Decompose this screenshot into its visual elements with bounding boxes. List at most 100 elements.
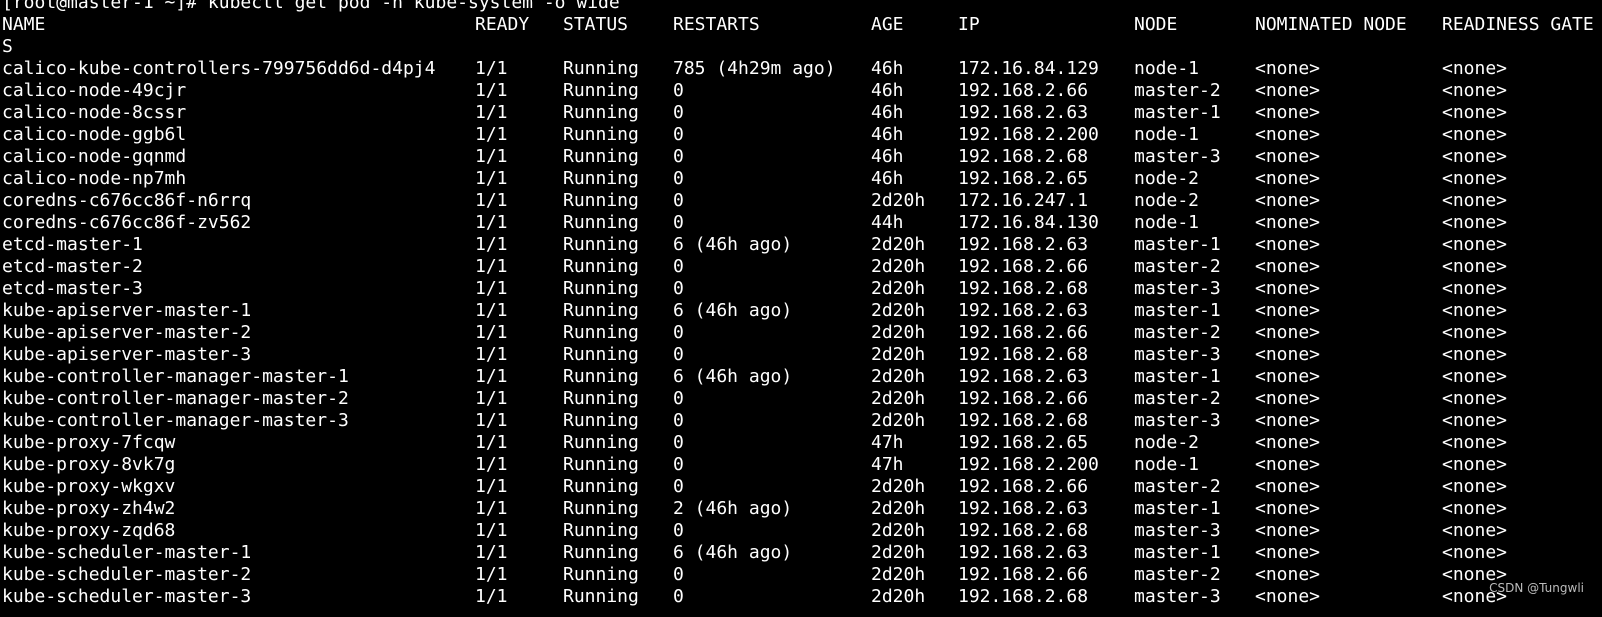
pod-readiness-gates: <none> <box>1442 520 1508 541</box>
pod-ready: 1/1 <box>475 256 508 277</box>
pod-readiness-gates: <none> <box>1442 322 1508 343</box>
pod-nominated-node: <none> <box>1255 234 1321 255</box>
pod-restarts: 0 <box>673 476 684 497</box>
pod-readiness-gates: <none> <box>1442 168 1508 189</box>
pod-status: Running <box>563 124 639 145</box>
table-row: etcd-master-2 1/1 Running 0 2d20h 192.168.2.6… <box>2 256 1602 278</box>
table-row: kube-proxy-7fcqw 1/1 Running 0 47h 192.168.2.… <box>2 432 1602 454</box>
pod-name: etcd-master-2 <box>2 256 143 277</box>
pod-status: Running <box>563 498 639 519</box>
header-readiness-gates-wrap: S <box>2 36 13 57</box>
pod-restarts: 0 <box>673 432 684 453</box>
pod-node: node-1 <box>1134 124 1200 145</box>
pod-restarts: 0 <box>673 278 684 299</box>
pod-ready: 1/1 <box>475 586 508 607</box>
table-row: coredns-c676cc86f-zv562 1/1 Running 0 44h 172… <box>2 212 1602 234</box>
pod-node: master-2 <box>1134 476 1221 497</box>
terminal-window[interactable]: [root@master-1 ~]# kubectl get pod -n ku… <box>0 0 1602 617</box>
pod-ready: 1/1 <box>475 300 508 321</box>
pod-nominated-node: <none> <box>1255 498 1321 519</box>
pod-node: master-3 <box>1134 344 1221 365</box>
table-header-row: NAME READY STATUS RESTARTS AGE IP NODE N… <box>2 14 1602 36</box>
pod-restarts: 0 <box>673 212 684 233</box>
pod-name: calico-node-np7mh <box>2 168 187 189</box>
pod-name: etcd-master-1 <box>2 234 143 255</box>
pod-readiness-gates: <none> <box>1442 454 1508 475</box>
pod-name: calico-kube-controllers-799756dd6d-d4pj4 <box>2 58 436 79</box>
pod-ip: 192.168.2.66 <box>958 322 1089 343</box>
pod-status: Running <box>563 102 639 123</box>
pod-table-body: calico-kube-controllers-799756dd6d-d4pj4… <box>2 58 1602 608</box>
pod-restarts: 0 <box>673 256 684 277</box>
pod-ready: 1/1 <box>475 432 508 453</box>
pod-name: kube-scheduler-master-2 <box>2 564 252 585</box>
pod-name: kube-controller-manager-master-3 <box>2 410 349 431</box>
pod-status: Running <box>563 366 639 387</box>
header-node: NODE <box>1134 14 1178 35</box>
header-nominated-node: NOMINATED NODE <box>1255 14 1407 35</box>
pod-restarts: 6 (46h ago) <box>673 366 793 387</box>
pod-ready: 1/1 <box>475 344 508 365</box>
pod-status: Running <box>563 190 639 211</box>
pod-nominated-node: <none> <box>1255 80 1321 101</box>
table-row: calico-node-np7mh 1/1 Running 0 46h 192.168.2… <box>2 168 1602 190</box>
pod-restarts: 0 <box>673 102 684 123</box>
pod-name: kube-proxy-8vk7g <box>2 454 176 475</box>
table-row: coredns-c676cc86f-n6rrq 1/1 Running 0 2d20h 1… <box>2 190 1602 212</box>
pod-age: 2d20h <box>871 278 926 299</box>
pod-readiness-gates: <none> <box>1442 80 1508 101</box>
pod-node: master-2 <box>1134 388 1221 409</box>
pod-ip: 192.168.2.66 <box>958 388 1089 409</box>
pod-ip: 192.168.2.68 <box>958 520 1089 541</box>
pod-ready: 1/1 <box>475 102 508 123</box>
pod-nominated-node: <none> <box>1255 58 1321 79</box>
pod-name: kube-proxy-zh4w2 <box>2 498 176 519</box>
pod-ready: 1/1 <box>475 58 508 79</box>
pod-status: Running <box>563 344 639 365</box>
pod-readiness-gates: <none> <box>1442 432 1508 453</box>
pod-age: 2d20h <box>871 234 926 255</box>
pod-status: Running <box>563 388 639 409</box>
pod-readiness-gates: <none> <box>1442 498 1508 519</box>
pod-node: node-1 <box>1134 212 1200 233</box>
pod-nominated-node: <none> <box>1255 410 1321 431</box>
pod-name: calico-node-49cjr <box>2 80 187 101</box>
pod-ready: 1/1 <box>475 388 508 409</box>
pod-age: 2d20h <box>871 498 926 519</box>
pod-readiness-gates: <none> <box>1442 410 1508 431</box>
pod-age: 2d20h <box>871 564 926 585</box>
pod-node: master-1 <box>1134 102 1221 123</box>
pod-status: Running <box>563 212 639 233</box>
pod-name: kube-scheduler-master-1 <box>2 542 252 563</box>
header-ip: IP <box>958 14 980 35</box>
pod-readiness-gates: <none> <box>1442 190 1508 211</box>
pod-restarts: 0 <box>673 190 684 211</box>
pod-status: Running <box>563 256 639 277</box>
pod-nominated-node: <none> <box>1255 344 1321 365</box>
pod-age: 2d20h <box>871 586 926 607</box>
pod-restarts: 0 <box>673 124 684 145</box>
pod-age: 46h <box>871 168 904 189</box>
pod-readiness-gates: <none> <box>1442 58 1508 79</box>
pod-readiness-gates: <none> <box>1442 476 1508 497</box>
pod-restarts: 0 <box>673 410 684 431</box>
pod-readiness-gates: <none> <box>1442 300 1508 321</box>
pod-node: master-3 <box>1134 520 1221 541</box>
pod-readiness-gates: <none> <box>1442 146 1508 167</box>
pod-node: master-1 <box>1134 366 1221 387</box>
pod-name: coredns-c676cc86f-n6rrq <box>2 190 252 211</box>
pod-ip: 192.168.2.68 <box>958 146 1089 167</box>
pod-restarts: 6 (46h ago) <box>673 300 793 321</box>
pod-ip: 172.16.247.1 <box>958 190 1089 211</box>
table-row: etcd-master-3 1/1 Running 0 2d20h 192.168.2.6… <box>2 278 1602 300</box>
pod-age: 2d20h <box>871 410 926 431</box>
command-prompt-line: [root@master-1 ~]# kubectl get pod -n ku… <box>2 0 620 13</box>
pod-age: 2d20h <box>871 190 926 211</box>
pod-restarts: 0 <box>673 586 684 607</box>
pod-node: master-2 <box>1134 322 1221 343</box>
pod-ready: 1/1 <box>475 278 508 299</box>
pod-readiness-gates: <none> <box>1442 102 1508 123</box>
pod-ip: 192.168.2.66 <box>958 476 1089 497</box>
pod-age: 44h <box>871 212 904 233</box>
pod-node: master-3 <box>1134 586 1221 607</box>
